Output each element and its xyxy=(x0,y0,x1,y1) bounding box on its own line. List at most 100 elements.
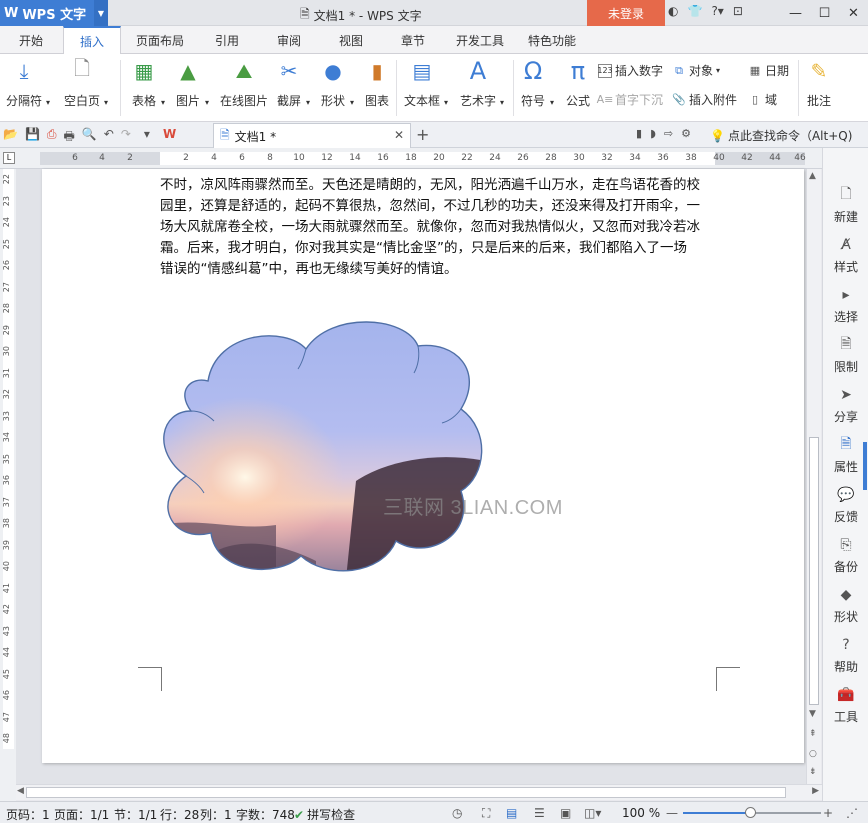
attachment-button[interactable]: 📎 插入附件 xyxy=(672,91,737,108)
scroll-right-icon[interactable]: ▶ xyxy=(812,786,819,796)
panel-item-style[interactable]: A̸ 样式 xyxy=(823,236,868,275)
status-section[interactable]: 节：1/1 xyxy=(114,806,157,823)
zoom-level[interactable]: 100 % xyxy=(622,806,660,820)
panel-item-new-doc[interactable]: 🗋 新建 xyxy=(823,186,868,225)
panel-item-shape[interactable]: ◆ 形状 xyxy=(823,586,868,625)
panel-item-share[interactable]: ➤ 分享 xyxy=(823,386,868,425)
redo-icon[interactable]: ↷ xyxy=(121,127,131,148)
add-tab-button[interactable]: + xyxy=(416,125,429,144)
scroll-up-icon[interactable]: ▲ xyxy=(809,171,816,181)
field-button[interactable]: ▯ 域 xyxy=(748,91,777,108)
chevron-down-icon[interactable]: ▼ xyxy=(94,0,108,26)
horizontal-ruler[interactable]: L 6 4 2 2 4 6 8 10 12 14 16 18 20 22 24 26 28 30 32 34 36 38 4… xyxy=(0,148,868,169)
textbox-button[interactable]: ▤ 文本框 ▾ xyxy=(404,58,448,109)
panel-item-backup[interactable]: ⎘ 备份 xyxy=(823,536,868,575)
status-pages[interactable]: 页面：1/1 xyxy=(54,806,109,823)
blank-page-button[interactable]: 🗋 空白页 ▾ xyxy=(64,56,108,109)
view-icon[interactable]: ▮ xyxy=(636,127,642,140)
preview-icon[interactable]: 🔍 xyxy=(82,127,97,148)
symbol-button[interactable]: Ω 符号 ▾ xyxy=(520,57,554,109)
screenshot-button[interactable]: ✂ 截屏 ▾ xyxy=(276,58,310,109)
insert-number-button[interactable]: 123 插入数字 xyxy=(597,62,663,79)
tab-page-layout[interactable]: 页面布局 xyxy=(127,26,193,54)
collapse-ribbon-icon[interactable]: ⊡ xyxy=(733,4,743,18)
document-page[interactable]: 不时，凉风阵雨骤然而至。天色还是晴朗的，无风，阳光洒遍千山万水，走在鸟语花香的校… xyxy=(42,169,804,763)
dropcap-button[interactable]: A≡ 首字下沉 xyxy=(597,91,663,108)
panel-item-toolbox[interactable]: 🧰 工具 xyxy=(823,686,868,725)
panel-item-feedback[interactable]: 💬 反馈 xyxy=(823,486,868,525)
print-icon[interactable]: 🖶 xyxy=(64,127,75,148)
reading-view-icon[interactable]: ◫▾ xyxy=(584,806,601,820)
spellcheck-button[interactable]: ✔ 拼写检查 xyxy=(294,806,355,823)
shapes-button[interactable]: ● 形状 ▾ xyxy=(320,58,354,109)
pdf-icon[interactable]: ⎙ xyxy=(47,127,57,148)
wps-icon[interactable]: W xyxy=(163,127,176,148)
scroll-down-icon[interactable]: ▼ xyxy=(809,709,816,719)
body-paragraph[interactable]: 不时，凉风阵雨骤然而至。天色还是晴朗的，无风，阳光洒遍千山万水，走在鸟语花香的校… xyxy=(160,175,720,280)
vertical-scrollbar[interactable]: ▲ ▼ ⇞ ○ ⇟ xyxy=(806,169,821,784)
settings-icon[interactable]: ⚙ xyxy=(681,127,691,140)
next-page-icon[interactable]: ⇟ xyxy=(809,767,817,777)
tab-document-1[interactable]: 🗎 文档1 * ✕ xyxy=(213,123,411,148)
vertical-ruler[interactable]: 22 23 24 25 26 27 28 29 30 31 32 33 34 35 36 37 38 39 40 41… xyxy=(0,169,16,801)
undo-icon[interactable]: ↶ xyxy=(104,127,114,148)
page-break-button[interactable]: ⤓ 分隔符 ▾ xyxy=(6,58,50,109)
wordart-button[interactable]: A 艺术字 ▾ xyxy=(460,57,504,109)
chart-button[interactable]: ▮ 图表 xyxy=(364,58,390,109)
web-view-icon[interactable]: ▣ xyxy=(560,806,571,820)
status-word-count[interactable]: 字数：748 xyxy=(236,806,295,823)
status-line[interactable]: 行：28 xyxy=(160,806,199,823)
tab-sections[interactable]: 章节 xyxy=(388,26,438,54)
comment-button[interactable]: ✎ 批注 xyxy=(806,58,832,109)
find-command-box[interactable]: 💡 点此查找命令（Alt+Q) xyxy=(710,127,852,144)
date-button[interactable]: ▦ 日期 xyxy=(748,62,789,79)
online-picture-button[interactable]: ⛰ 在线图片 xyxy=(220,58,268,109)
login-button[interactable]: 未登录 xyxy=(587,0,665,26)
close-tab-icon[interactable]: ✕ xyxy=(394,128,404,142)
zoom-in-button[interactable]: + xyxy=(823,806,833,820)
tab-stop-selector[interactable]: L xyxy=(3,152,15,164)
scrollbar-thumb[interactable] xyxy=(809,437,819,705)
status-page-number[interactable]: 页码：1 xyxy=(6,806,50,823)
table-button[interactable]: ▦ 表格 ▾ xyxy=(131,58,165,109)
zoom-out-button[interactable]: — xyxy=(666,806,678,820)
maximize-button[interactable]: ☐ xyxy=(810,0,839,26)
scrollbar-thumb[interactable] xyxy=(26,787,786,798)
outline-view-icon[interactable]: ☰ xyxy=(534,806,545,820)
panel-item-properties[interactable]: 🗎 属性 xyxy=(823,436,868,475)
picture-button[interactable]: ▲ 图片 ▾ xyxy=(175,58,209,109)
horizontal-scrollbar[interactable]: ◀ ▶ xyxy=(16,784,822,800)
panel-item-restrict[interactable]: 🗎 限制 xyxy=(823,336,868,375)
page-view-icon[interactable]: ▤ xyxy=(506,806,517,820)
tab-special[interactable]: 特色功能 xyxy=(520,26,584,54)
tab-review[interactable]: 审阅 xyxy=(264,26,314,54)
tab-insert[interactable]: 插入 xyxy=(63,26,121,55)
send-icon[interactable]: ⇨ xyxy=(664,127,673,140)
panel-item-help[interactable]: ? 帮助 xyxy=(823,636,868,675)
scroll-left-icon[interactable]: ◀ xyxy=(17,786,24,796)
status-column[interactable]: 列：1 xyxy=(200,806,232,823)
customize-dropdown-icon[interactable]: ▾ xyxy=(144,127,150,148)
shirt-icon[interactable]: 👕 xyxy=(687,4,702,18)
tab-references[interactable]: 引用 xyxy=(202,26,252,54)
skin-icon[interactable]: ◐ xyxy=(668,4,678,18)
panel-item-select[interactable]: ▸ 选择 xyxy=(823,286,868,325)
close-button[interactable]: ✕ xyxy=(839,0,868,26)
save-icon[interactable]: 💾 xyxy=(25,127,40,148)
formula-button[interactable]: π 公式 xyxy=(565,57,591,109)
open-folder-icon[interactable]: 📂 xyxy=(3,127,18,148)
object-button[interactable]: ⧉ 对象 ▾ xyxy=(672,62,720,79)
tab-developer[interactable]: 开发工具 xyxy=(448,26,512,54)
minimize-button[interactable]: — xyxy=(781,0,810,26)
sidebar-icon[interactable]: ◗ xyxy=(650,127,656,140)
tab-view[interactable]: 视图 xyxy=(326,26,376,54)
fullscreen-icon[interactable]: ⛶ xyxy=(482,806,490,821)
prev-page-icon[interactable]: ⇞ xyxy=(809,729,817,739)
tab-home[interactable]: 开始 xyxy=(5,26,57,54)
zoom-slider-handle[interactable] xyxy=(745,807,756,818)
help-icon[interactable]: ?▾ xyxy=(711,4,723,18)
app-menu-button[interactable]: W WPS 文字 ▼ xyxy=(0,0,108,26)
select-browse-icon[interactable]: ○ xyxy=(809,749,817,759)
cloud-shaped-picture[interactable] xyxy=(156,311,486,579)
revision-icon[interactable]: ◷ xyxy=(452,806,462,820)
